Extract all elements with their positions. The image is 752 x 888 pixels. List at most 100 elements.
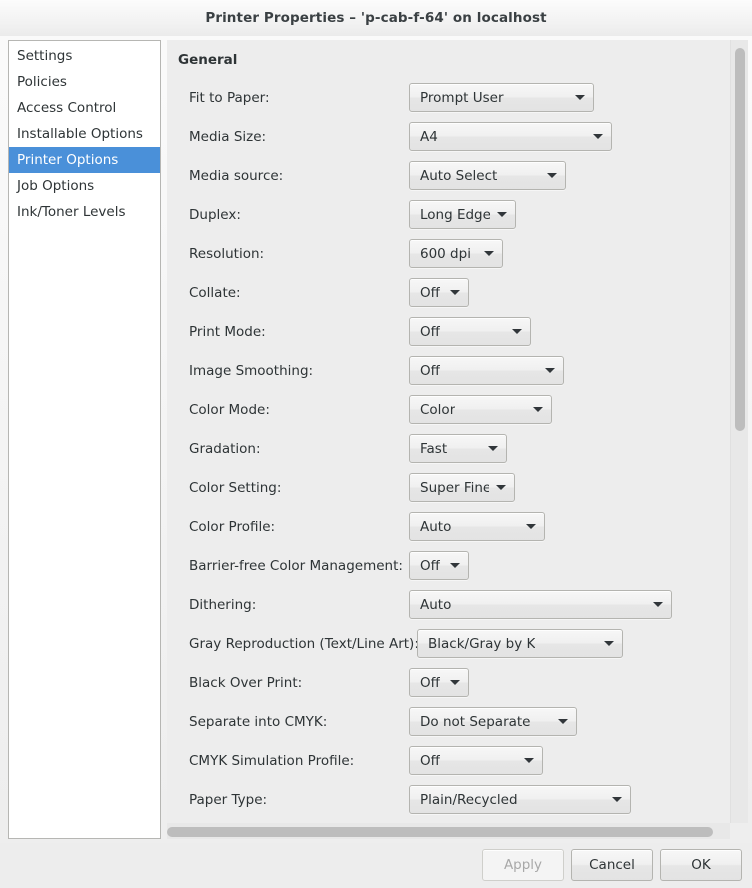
option-dropdown-value: Auto Select <box>420 167 498 184</box>
content-scroll-row: General Fit to Paper: Prompt User Media Si… <box>167 40 748 823</box>
vertical-scrollbar[interactable] <box>730 40 748 823</box>
option-label: Media source: <box>189 167 284 184</box>
option-dropdown[interactable]: Prompt User <box>409 83 594 112</box>
option-dropdown[interactable]: Super Fine <box>409 473 515 502</box>
option-dropdown-value: A4 <box>420 128 438 145</box>
option-row: Media source: Auto Select <box>177 156 730 195</box>
option-label: Gradation: <box>189 440 261 457</box>
option-dropdown[interactable]: A4 <box>409 122 612 151</box>
option-label: Dithering: <box>189 596 257 613</box>
option-row: Gradation: Fast <box>177 429 730 468</box>
option-dropdown-value: Fast <box>420 440 448 457</box>
option-row: Resolution: 600 dpi <box>177 234 730 273</box>
chevron-down-icon <box>497 212 507 217</box>
title-bar: Printer Properties – 'p-cab-f-64' on loc… <box>0 0 752 36</box>
option-dropdown-value: Super Fine <box>420 479 489 496</box>
option-dropdown[interactable]: Off <box>409 278 469 307</box>
sidebar-item-installable-options[interactable]: Installable Options <box>9 121 160 147</box>
ok-button[interactable]: OK <box>660 848 742 881</box>
option-label: CMYK Simulation Profile: <box>189 752 355 769</box>
option-dropdown[interactable]: Off <box>409 356 564 385</box>
sidebar-item-printer-options[interactable]: Printer Options <box>9 147 160 173</box>
chevron-down-icon <box>604 641 614 646</box>
chevron-down-icon <box>653 602 663 607</box>
chevron-down-icon <box>450 290 460 295</box>
option-dropdown-value: Auto <box>420 596 452 613</box>
vertical-scrollbar-thumb[interactable] <box>735 47 745 432</box>
option-label: Color Mode: <box>189 401 270 418</box>
option-label: Collate: <box>189 284 241 301</box>
option-label: Image Smoothing: <box>189 362 314 379</box>
option-dropdown-value: Auto <box>420 518 452 535</box>
option-label: Media Size: <box>189 128 267 145</box>
option-dropdown-value: Off <box>420 362 440 379</box>
option-dropdown[interactable]: Auto Select <box>409 161 566 190</box>
option-dropdown-value: Plain/Recycled <box>420 791 518 808</box>
option-label: Color Setting: <box>189 479 282 496</box>
option-row: Color Setting: Super Fine <box>177 468 730 507</box>
sidebar-item-settings[interactable]: Settings <box>9 43 160 69</box>
option-label: Duplex: <box>189 206 241 223</box>
option-dropdown-value: Black/Gray by K <box>428 635 536 652</box>
sidebar-item-access-control[interactable]: Access Control <box>9 95 160 121</box>
option-row: Image Smoothing: Off <box>177 351 730 390</box>
option-dropdown[interactable]: Do not Separate <box>409 707 577 736</box>
option-dropdown[interactable]: Long Edge <box>409 200 516 229</box>
chevron-down-icon <box>545 368 555 373</box>
chevron-down-icon <box>533 407 543 412</box>
printer-properties-window: Printer Properties – 'p-cab-f-64' on loc… <box>0 0 752 888</box>
window-title: Printer Properties – 'p-cab-f-64' on loc… <box>205 10 547 26</box>
option-label: Fit to Paper: <box>189 89 270 106</box>
option-dropdown[interactable]: Off <box>409 551 469 580</box>
dialog-body: Settings Policies Access Control Installabl… <box>0 36 752 843</box>
option-label: Resolution: <box>189 245 265 262</box>
chevron-down-icon <box>488 446 498 451</box>
chevron-down-icon <box>524 758 534 763</box>
option-row: Color Profile: Auto <box>177 507 730 546</box>
chevron-down-icon <box>575 95 585 100</box>
option-row: Dithering: Auto <box>177 585 730 624</box>
option-dropdown-value: Long Edge <box>420 206 490 223</box>
option-dropdown-value: 600 dpi <box>420 245 471 262</box>
option-dropdown[interactable]: Auto <box>409 512 545 541</box>
option-dropdown[interactable]: 600 dpi <box>409 239 503 268</box>
option-label: Paper Type: <box>189 791 268 808</box>
option-row: Fit to Paper: Prompt User <box>177 78 730 117</box>
option-label: Barrier-free Color Management: <box>189 557 403 574</box>
option-row: Print Mode: Off <box>177 312 730 351</box>
option-dropdown-value: Off <box>420 674 440 691</box>
option-dropdown[interactable]: Off <box>409 668 469 697</box>
sidebar-item-policies[interactable]: Policies <box>9 69 160 95</box>
option-label: Separate into CMYK: <box>189 713 328 730</box>
option-label: Print Mode: <box>189 323 266 340</box>
sidebar-item-job-options[interactable]: Job Options <box>9 173 160 199</box>
option-dropdown[interactable]: Fast <box>409 434 507 463</box>
sidebar-nav-list[interactable]: Settings Policies Access Control Installabl… <box>8 40 161 839</box>
horizontal-scrollbar-thumb[interactable] <box>167 827 714 837</box>
option-row: Gray Reproduction (Text/Line Art): Black/… <box>177 624 730 663</box>
option-dropdown-value: Off <box>420 323 440 340</box>
option-row: CMYK Simulation Profile: Off <box>177 741 730 780</box>
chevron-down-icon <box>547 173 557 178</box>
option-row: Black Over Print: Off <box>177 663 730 702</box>
option-dropdown[interactable]: Black/Gray by K <box>417 629 623 658</box>
option-row: Paper Type: Plain/Recycled <box>177 780 730 819</box>
option-dropdown[interactable]: Off <box>409 746 543 775</box>
option-row: Media Size: A4 <box>177 117 730 156</box>
horizontal-scrollbar[interactable] <box>167 823 730 839</box>
option-row: Separate into CMYK: Do not Separate <box>177 702 730 741</box>
chevron-down-icon <box>612 797 622 802</box>
printer-options-list: Fit to Paper: Prompt User Media Size: A4 Med… <box>177 78 730 819</box>
cancel-button[interactable]: Cancel <box>571 848 653 881</box>
group-title-general: General <box>178 52 238 68</box>
apply-button[interactable]: Apply <box>482 848 564 881</box>
option-dropdown[interactable]: Plain/Recycled <box>409 785 631 814</box>
option-label: Gray Reproduction (Text/Line Art): <box>189 635 419 652</box>
options-scroll-viewport: General Fit to Paper: Prompt User Media Si… <box>167 40 730 823</box>
chevron-down-icon <box>593 134 603 139</box>
option-row: Barrier-free Color Management: Off <box>177 546 730 585</box>
option-dropdown[interactable]: Color <box>409 395 552 424</box>
sidebar-item-ink-toner-levels[interactable]: Ink/Toner Levels <box>9 199 160 225</box>
option-dropdown[interactable]: Off <box>409 317 531 346</box>
option-dropdown[interactable]: Auto <box>409 590 672 619</box>
